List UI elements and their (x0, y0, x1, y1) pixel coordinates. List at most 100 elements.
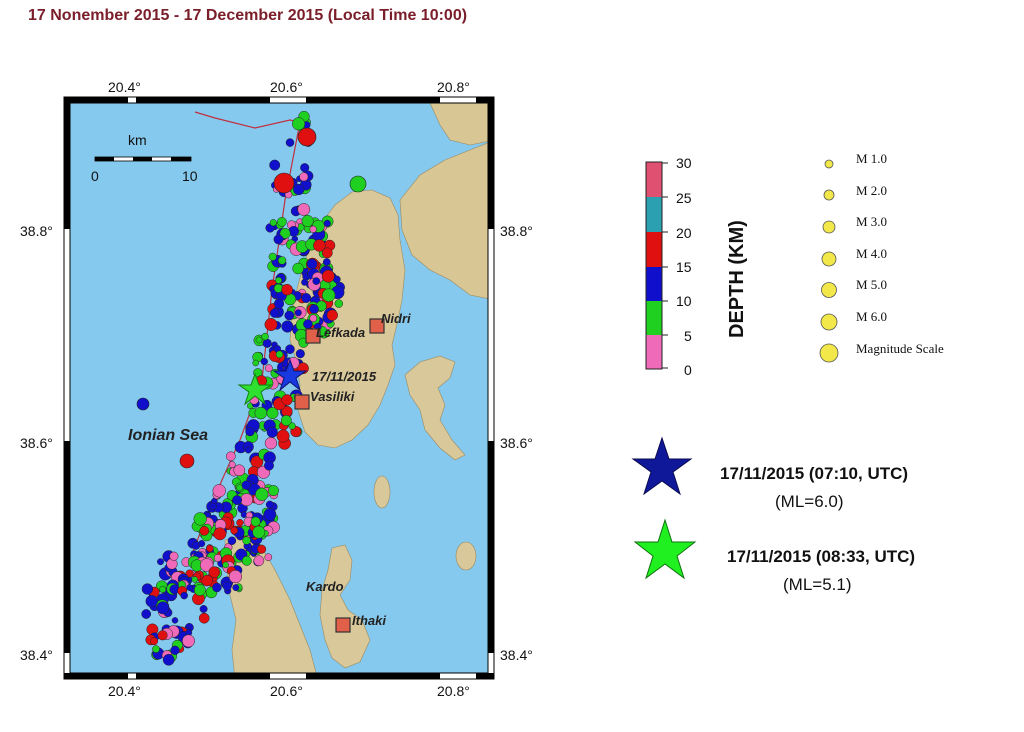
earthquake-dot (193, 584, 206, 596)
earthquake-dot (285, 344, 295, 354)
earthquake-dot (213, 554, 222, 562)
earthquake-dot (263, 508, 277, 521)
lon-tick-bottom-2: 20.6° (270, 683, 303, 699)
earthquake-dot (198, 612, 210, 624)
green-star-icon (633, 518, 697, 580)
earthquake-dot (309, 304, 319, 314)
label-lefkada: Lefkada (316, 325, 365, 340)
earthquake-dot (264, 460, 274, 471)
mag-circle-5 (821, 282, 837, 298)
earthquake-dot (269, 219, 277, 227)
earthquake-dot-large (297, 127, 317, 147)
depth-tick-10: 10 (676, 293, 692, 309)
lon-tick-bottom-3: 20.8° (437, 683, 470, 699)
earthquake-dot (212, 484, 226, 498)
earthquake-dot (209, 502, 217, 510)
earthquake-dot (264, 318, 278, 331)
mag-label-4: M 4.0 (856, 246, 887, 261)
earthquake-dot (241, 555, 252, 566)
town-marker-vasiliki (294, 394, 310, 410)
earthquake-dot (269, 308, 280, 318)
earthquake-dot (233, 464, 246, 477)
depth-tick-20: 20 (676, 225, 692, 241)
earthquake-dot (273, 234, 284, 245)
scale-unit: km (128, 132, 147, 148)
earthquake-dot (276, 429, 290, 443)
earthquake-dot (323, 219, 331, 227)
earthquake-dot (213, 527, 227, 541)
earthquake-dot-large (136, 397, 150, 411)
depth-legend: 30 25 20 15 10 5 0 DEPTH (KM) (645, 155, 748, 378)
earthquake-dot (313, 239, 326, 252)
lat-tick-left-1: 38.8° (20, 223, 53, 239)
earthquake-dot (281, 320, 294, 333)
earthquake-dot-large (273, 172, 295, 194)
islet-2 (455, 541, 477, 571)
label-ithaki: Ithaki (352, 613, 386, 628)
earthquake-dot (264, 437, 278, 450)
earthquake-dot (222, 561, 229, 569)
earthquake-dot (297, 203, 311, 216)
earthquake-dot (171, 617, 179, 624)
scale-max: 10 (182, 168, 198, 184)
earthquake-dot (170, 645, 180, 655)
event-2-date: 17/11/2015 (08:33, UTC) (727, 547, 915, 566)
earthquake-dot (306, 258, 318, 270)
earthquake-dot (193, 512, 207, 526)
earthquake-dot (269, 159, 281, 171)
earthquake-dot (281, 283, 293, 296)
depth-band-5-10 (646, 301, 662, 335)
earthquake-dot (169, 551, 179, 561)
scale-min: 0 (91, 168, 99, 184)
event-legend: 17/11/2015 (07:10, UTC) (ML=6.0) 17/11/2… (631, 436, 915, 594)
earthquake-dot (284, 310, 295, 321)
earthquake-dot (277, 216, 287, 227)
mag-circle-3 (822, 220, 836, 234)
mag-label-scale: Magnitude Scale (856, 341, 944, 356)
label-epicenter-date: 17/11/2015 (312, 369, 377, 384)
earthquake-dot (150, 637, 159, 646)
lat-tick-right-2: 38.6° (500, 435, 533, 451)
mag-circle-4 (821, 251, 837, 267)
event-2-ml: (ML=5.1) (783, 575, 852, 594)
earthquake-dot (265, 500, 274, 509)
earthquake-dot (295, 349, 305, 359)
lon-tick-top-3: 20.8° (437, 79, 470, 95)
earthquake-dot (275, 350, 284, 359)
earthquake-dot (245, 426, 255, 437)
earthquake-dot (199, 605, 208, 613)
event-1-date: 17/11/2015 (07:10, UTC) (720, 464, 908, 483)
lat-tick-left-3: 38.4° (20, 647, 53, 663)
earthquake-dot (264, 553, 273, 562)
magnitude-legend: M 1.0 M 2.0 M 3.0 M 4.0 M 5.0 M 6.0 Magn… (819, 151, 944, 363)
earthquake-dot (199, 526, 210, 536)
depth-band-0-5 (646, 335, 662, 369)
earthquake-dot (240, 493, 254, 507)
earthquake-dot (268, 485, 279, 497)
depth-tick-25: 25 (676, 190, 692, 206)
earthquake-dot (280, 415, 292, 426)
earthquake-dot (157, 630, 168, 641)
earthquake-dot (206, 544, 214, 553)
depth-band-15-20 (646, 232, 662, 267)
earthquake-dot (228, 461, 236, 469)
earthquake-dot (326, 309, 338, 321)
earthquake-dot (321, 288, 336, 302)
earthquake-dot (232, 584, 240, 592)
depth-band-10-15 (646, 267, 662, 301)
earthquake-dot (255, 336, 263, 344)
earthquake-dot (253, 555, 265, 567)
earthquake-dot (273, 283, 283, 293)
earthquake-dot (303, 319, 313, 329)
earthquake-dot (228, 569, 243, 584)
depth-tick-5: 5 (684, 328, 692, 344)
label-ionian-sea: Ionian Sea (128, 427, 208, 444)
depth-band-20-25 (646, 197, 662, 232)
earthquake-dot (334, 299, 344, 308)
earthquake-dot (250, 516, 261, 527)
lat-tick-left-2: 38.6° (20, 435, 53, 451)
label-kardo: Kardo (306, 579, 344, 594)
earthquake-dot (182, 634, 195, 648)
earthquake-dot (254, 406, 268, 420)
depth-tick-15: 15 (676, 259, 692, 275)
